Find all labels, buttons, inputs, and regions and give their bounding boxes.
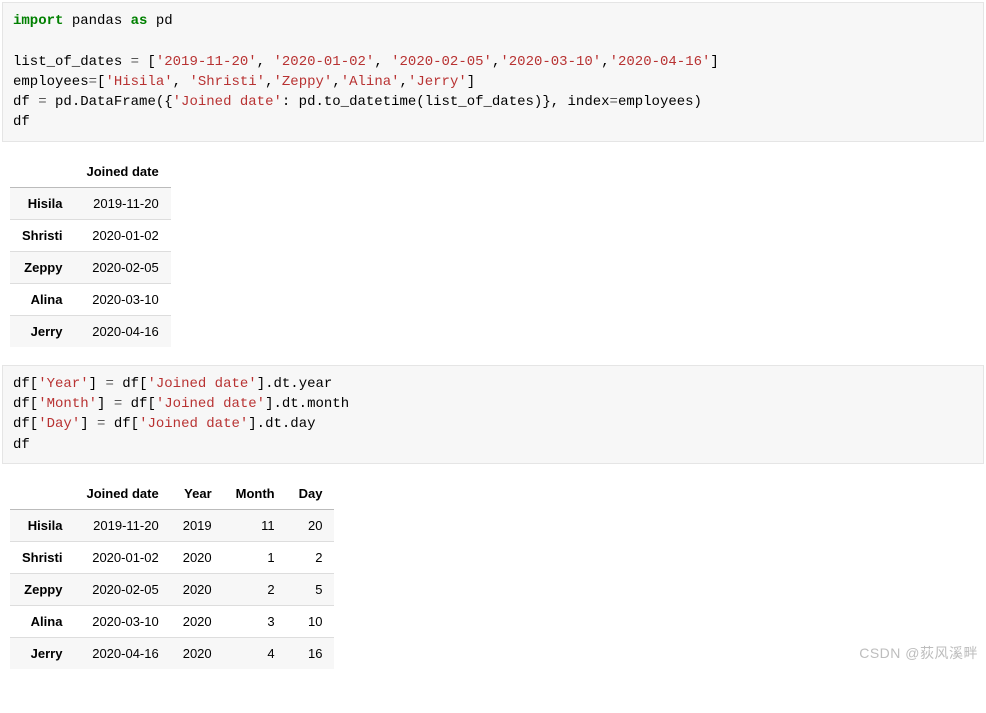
row-index: Shristi [10, 219, 74, 251]
table-cell: 2020 [171, 637, 224, 669]
code-cell-2: df['Year'] = df['Joined date'].dt.year d… [2, 365, 984, 464]
row-index: Alina [10, 605, 74, 637]
kw-import: import [13, 13, 63, 29]
kw-as: as [131, 13, 148, 29]
table-cell: 2019-11-20 [74, 509, 170, 541]
col-header: Joined date [74, 478, 170, 510]
table-cell: 2020 [171, 541, 224, 573]
table-cell: 2020-02-05 [74, 573, 170, 605]
table-corner [10, 478, 74, 510]
table-cell: 2019-11-20 [74, 187, 170, 219]
table-cell: 2020-01-02 [74, 541, 170, 573]
col-header: Joined date [74, 156, 170, 188]
table-row: Jerry2020-04-162020416 [10, 637, 334, 669]
table-cell: 2020-02-05 [74, 251, 170, 283]
table-cell: 1 [224, 541, 287, 573]
table-cell: 10 [287, 605, 335, 637]
table-cell: 2019 [171, 509, 224, 541]
dataframe-table-2: Joined date Year Month Day Hisila2019-11… [10, 478, 334, 669]
row-index: Zeppy [10, 573, 74, 605]
table-cell: 16 [287, 637, 335, 669]
table-cell: 4 [224, 637, 287, 669]
row-index: Jerry [10, 637, 74, 669]
table-cell: 2020 [171, 605, 224, 637]
table-row: Hisila2019-11-2020191120 [10, 509, 334, 541]
table-row: Alina2020-03-10 [10, 283, 171, 315]
row-index: Shristi [10, 541, 74, 573]
table-row: Zeppy2020-02-05202025 [10, 573, 334, 605]
col-header: Year [171, 478, 224, 510]
table-cell: 20 [287, 509, 335, 541]
table-row: Jerry2020-04-16 [10, 315, 171, 347]
table-cell: 11 [224, 509, 287, 541]
table-cell: 2020-01-02 [74, 219, 170, 251]
table-cell: 2020-03-10 [74, 283, 170, 315]
row-index: Zeppy [10, 251, 74, 283]
row-index: Hisila [10, 509, 74, 541]
table-row: Shristi2020-01-02 [10, 219, 171, 251]
table-row: Alina2020-03-102020310 [10, 605, 334, 637]
watermark: CSDN @荻风溪畔 [859, 643, 978, 663]
table-cell: 3 [224, 605, 287, 637]
row-index: Alina [10, 283, 74, 315]
row-index: Jerry [10, 315, 74, 347]
row-index: Hisila [10, 187, 74, 219]
table-row: Zeppy2020-02-05 [10, 251, 171, 283]
code-cell-1: import pandas as pd list_of_dates = ['20… [2, 2, 984, 142]
dataframe-table-1: Joined date Hisila2019-11-20Shristi2020-… [10, 156, 171, 347]
col-header: Day [287, 478, 335, 510]
table-cell: 2020-04-16 [74, 315, 170, 347]
table-cell: 2020-03-10 [74, 605, 170, 637]
table-cell: 2020-04-16 [74, 637, 170, 669]
table-row: Shristi2020-01-02202012 [10, 541, 334, 573]
table-cell: 2 [224, 573, 287, 605]
table-cell: 2020 [171, 573, 224, 605]
col-header: Month [224, 478, 287, 510]
table-cell: 5 [287, 573, 335, 605]
table-corner [10, 156, 74, 188]
table-cell: 2 [287, 541, 335, 573]
table-row: Hisila2019-11-20 [10, 187, 171, 219]
